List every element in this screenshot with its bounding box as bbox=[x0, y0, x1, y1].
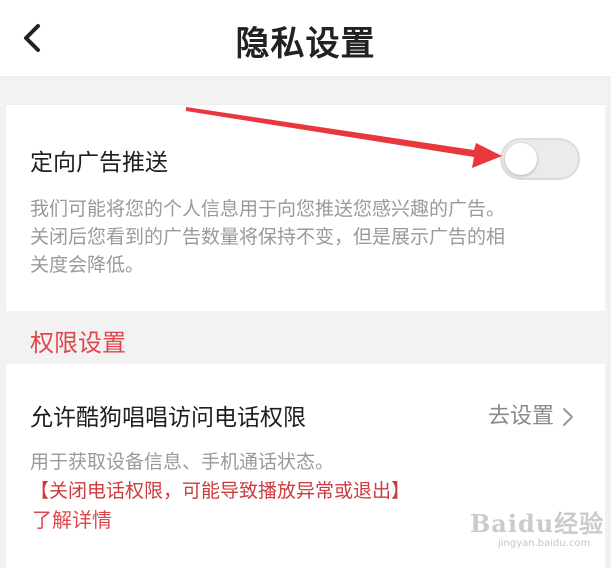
ad-push-description-line2: 关闭后您看到的广告数量将保持不变，但是展示广告的相 bbox=[30, 226, 506, 248]
ad-push-description-line1: 我们可能将您的个人信息用于向您推送您感兴趣的广告。 bbox=[30, 198, 506, 220]
phone-permission-card: 允许酷狗唱唱访问电话权限 去设置 用于获取设备信息、手机通话状态。 【关闭电话权… bbox=[6, 364, 605, 568]
phone-permission-title: 允许酷狗唱唱访问电话权限 bbox=[30, 405, 306, 431]
nav-bar: 隐私设置 bbox=[0, 0, 611, 77]
ad-push-card: 定向广告推送 我们可能将您的个人信息用于向您推送您感兴趣的广告。 关闭后您看到的… bbox=[6, 104, 605, 311]
go-settings-button[interactable]: 去设置 bbox=[488, 398, 574, 430]
chevron-right-icon bbox=[563, 408, 574, 426]
permissions-section-label: 权限设置 bbox=[30, 329, 126, 357]
ad-push-toggle[interactable] bbox=[500, 138, 580, 180]
phone-permission-description: 用于获取设备信息、手机通话状态。 bbox=[30, 451, 335, 473]
go-settings-label: 去设置 bbox=[488, 404, 555, 429]
toggle-knob bbox=[505, 143, 537, 175]
ad-push-title: 定向广告推送 bbox=[30, 150, 168, 176]
ad-push-description-line3: 关度会降低。 bbox=[30, 254, 145, 276]
page-title: 隐私设置 bbox=[235, 24, 376, 64]
phone-permission-warning: 【关闭电话权限，可能导致播放异常或退出】 bbox=[30, 480, 411, 502]
privacy-settings-screen: 隐私设置 定向广告推送 我们可能将您的个人信息用于向您推送您感兴趣的广告。 关闭… bbox=[0, 0, 611, 568]
learn-more-link[interactable]: 了解详情 bbox=[32, 506, 112, 535]
